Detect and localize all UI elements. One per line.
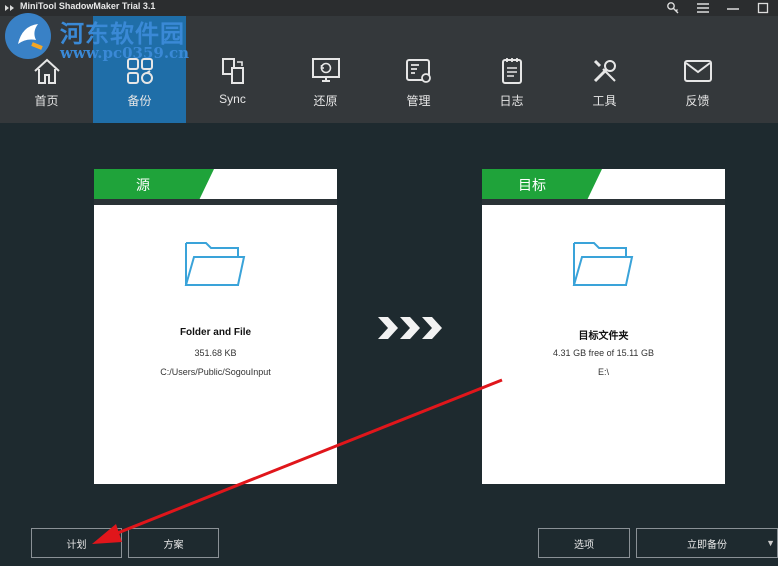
backup-now-button-label: 立即备份 bbox=[687, 539, 727, 551]
nav-item-sync[interactable]: Sync bbox=[186, 16, 279, 123]
main-nav: 首页 备份 Sync 还原 管理 日志 工具 反馈 bbox=[0, 16, 778, 123]
source-tab bbox=[94, 169, 214, 199]
nav-item-manage[interactable]: 管理 bbox=[372, 16, 465, 123]
feedback-icon bbox=[683, 60, 712, 82]
source-card-header: 源 bbox=[94, 169, 337, 199]
destination-card-body: 目标文件夹 4.31 GB free of 15.11 GB E:\ bbox=[482, 199, 725, 484]
nav-item-backup[interactable]: 备份 bbox=[93, 16, 186, 123]
nav-label-tools: 工具 bbox=[592, 94, 617, 108]
nav-item-home[interactable]: 首页 bbox=[0, 16, 93, 123]
destination-tab-label: 目标 bbox=[518, 177, 546, 193]
scheme-button[interactable]: 方案 bbox=[128, 528, 219, 558]
folder-icon bbox=[184, 242, 246, 286]
destination-card[interactable]: 目标 目标文件夹 4.31 GB free of 15.11 GB E:\ bbox=[482, 169, 725, 484]
nav-label-log: 日志 bbox=[499, 94, 524, 108]
window-controls bbox=[658, 0, 778, 16]
backup-content: 源 Folder and File 351.68 KB C:/Users/Pub… bbox=[0, 123, 778, 566]
log-icon bbox=[501, 58, 522, 84]
schedule-button[interactable]: 计划 bbox=[31, 528, 122, 558]
source-card[interactable]: 源 Folder and File 351.68 KB C:/Users/Pub… bbox=[94, 169, 337, 484]
nav-item-restore[interactable]: 还原 bbox=[279, 16, 372, 123]
nav-label-home: 首页 bbox=[34, 94, 59, 108]
tools-icon bbox=[593, 59, 616, 83]
maximize-icon[interactable] bbox=[748, 0, 778, 16]
app-title: MiniTool ShadowMaker Trial 3.1 bbox=[20, 1, 156, 11]
nav-item-log[interactable]: 日志 bbox=[465, 16, 558, 123]
source-title: Folder and File bbox=[179, 327, 252, 338]
chevrons-right-icon bbox=[378, 317, 442, 339]
nav-item-tools[interactable]: 工具 bbox=[558, 16, 651, 123]
backup-icon bbox=[126, 58, 153, 84]
restore-icon bbox=[311, 58, 340, 82]
key-icon[interactable] bbox=[658, 0, 688, 16]
nav-item-feedback[interactable]: 反馈 bbox=[651, 16, 744, 123]
home-icon bbox=[33, 58, 60, 84]
nav-label-feedback: 反馈 bbox=[685, 94, 710, 108]
menu-icon[interactable] bbox=[688, 0, 718, 16]
minimize-icon[interactable] bbox=[718, 0, 748, 16]
options-button-label: 选项 bbox=[574, 539, 594, 551]
title-bar: MiniTool ShadowMaker Trial 3.1 bbox=[0, 0, 778, 16]
folder-icon bbox=[572, 242, 634, 286]
source-path: C:/Users/Public/SogouInput bbox=[160, 367, 271, 377]
scheme-button-label: 方案 bbox=[163, 539, 184, 551]
manage-icon bbox=[405, 59, 431, 83]
destination-card-header: 目标 bbox=[482, 169, 725, 199]
schedule-button-label: 计划 bbox=[66, 539, 87, 551]
nav-label-manage: 管理 bbox=[406, 94, 431, 108]
destination-path: E:\ bbox=[597, 367, 609, 377]
nav-label-backup: 备份 bbox=[127, 94, 152, 108]
backup-now-button[interactable]: 立即备份 ▼ bbox=[636, 528, 778, 558]
destination-free: 4.31 GB free of 15.11 GB bbox=[553, 348, 654, 358]
source-card-body: Folder and File 351.68 KB C:/Users/Publi… bbox=[94, 199, 337, 484]
destination-title: 目标文件夹 bbox=[578, 331, 629, 342]
sync-icon bbox=[221, 58, 244, 84]
options-button[interactable]: 选项 bbox=[538, 528, 630, 558]
nav-label-sync: Sync bbox=[219, 92, 246, 106]
app-logo-icon bbox=[5, 5, 14, 11]
source-size: 351.68 KB bbox=[194, 348, 237, 358]
nav-label-restore: 还原 bbox=[313, 94, 338, 108]
source-tab-label: 源 bbox=[136, 177, 150, 193]
dropdown-arrow-icon[interactable]: ▼ bbox=[766, 538, 775, 548]
